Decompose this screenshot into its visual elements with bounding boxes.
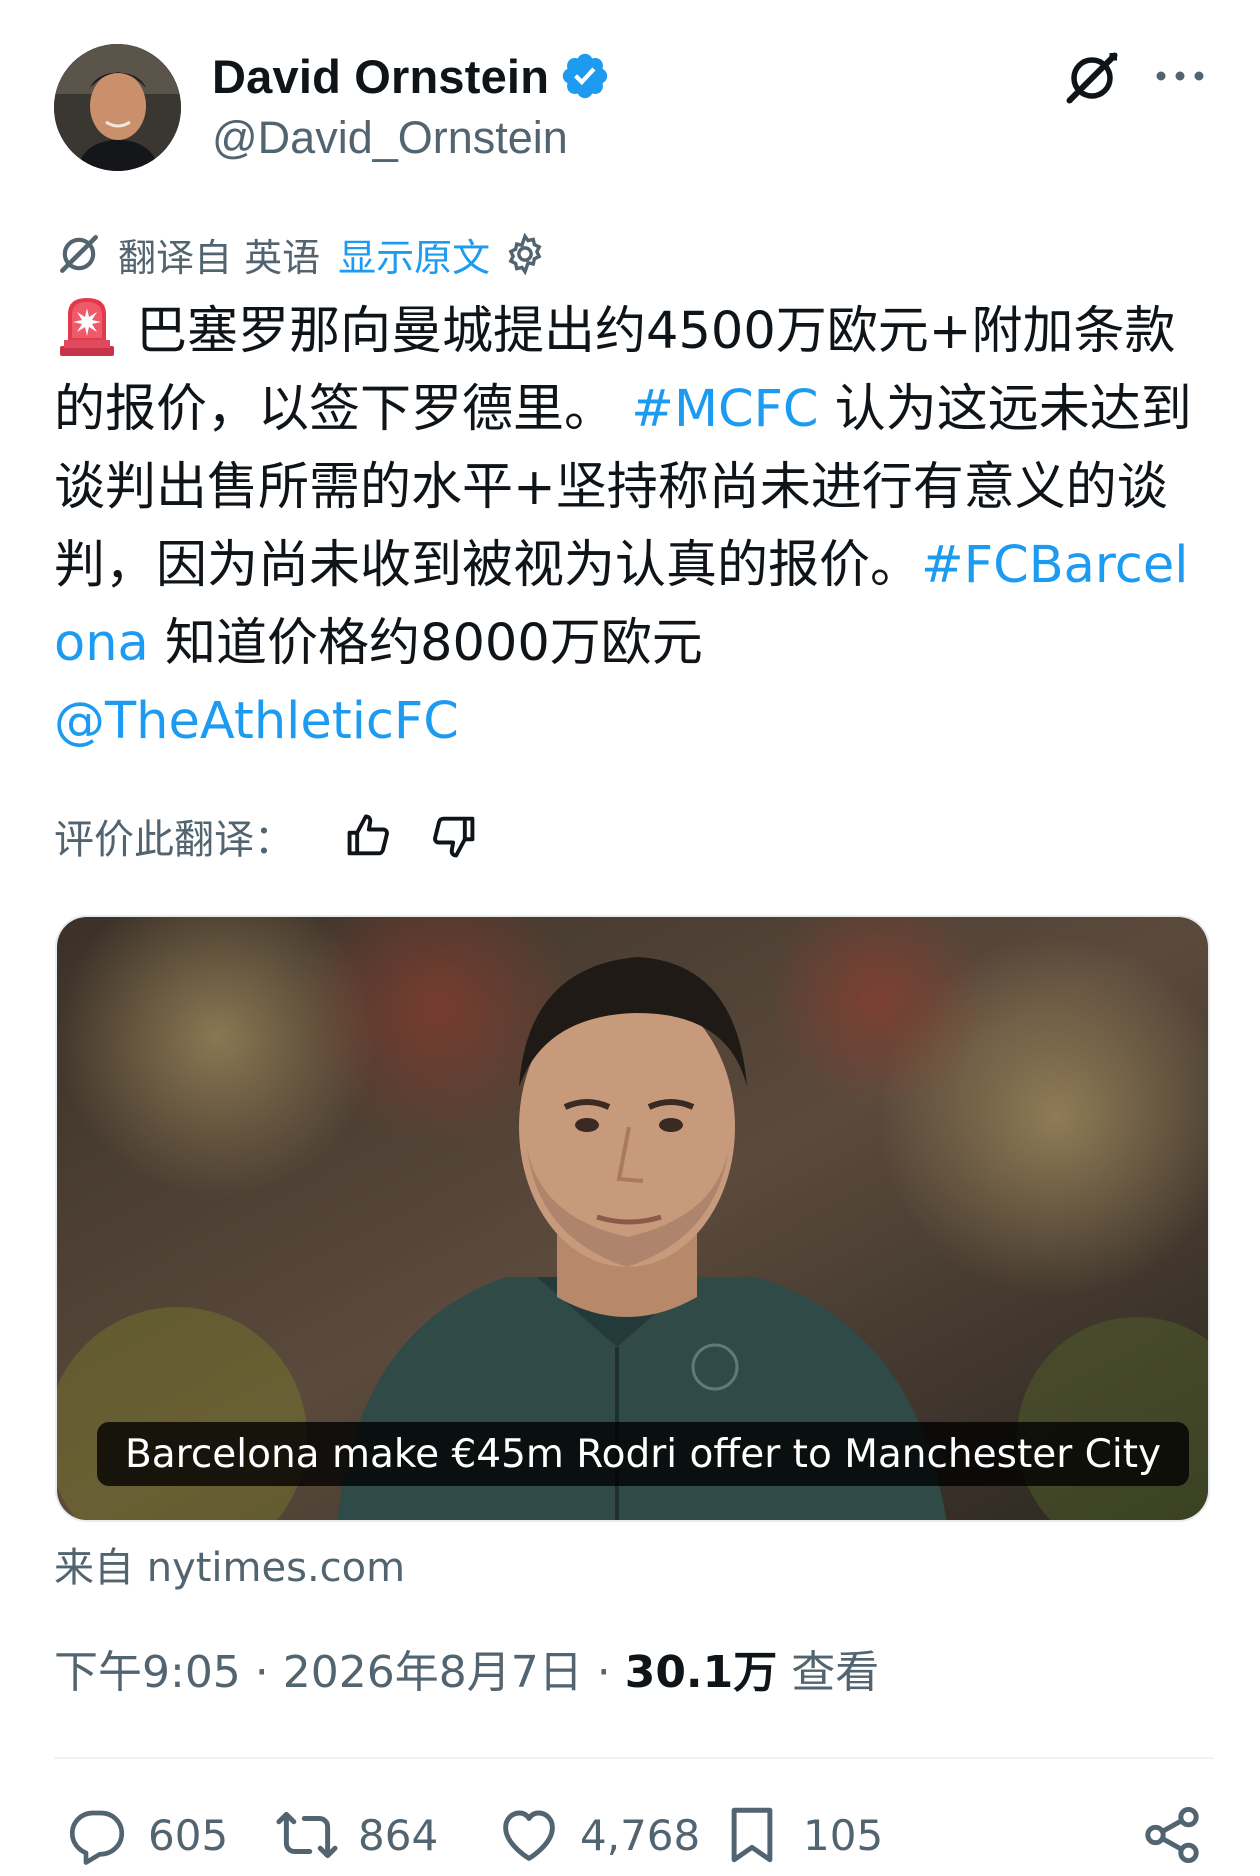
thumbs-up-icon[interactable] bbox=[342, 810, 394, 862]
tweet-meta: 下午9:05 · 2026年8月7日 · 30.1万 查看 bbox=[54, 1636, 879, 1700]
views-label: 查看 bbox=[777, 1647, 880, 1698]
avatar-photo bbox=[54, 44, 181, 171]
tweet-text: 巴塞罗那向曼城提出约4500万欧元+附加条款的报价，以签下罗德里。 #MCFC … bbox=[54, 292, 1214, 761]
tweet-timestamp[interactable]: 下午9:05 · 2026年8月7日 · bbox=[54, 1647, 625, 1698]
share-button[interactable] bbox=[1139, 1800, 1205, 1870]
reply-button[interactable]: 605 bbox=[64, 1800, 228, 1870]
repost-count: 864 bbox=[358, 1810, 439, 1860]
hashtag-mcfc-link[interactable]: #MCFC bbox=[631, 380, 818, 439]
more-options-icon[interactable] bbox=[1153, 56, 1207, 96]
translated-from-label: 翻译自 英语 bbox=[118, 235, 321, 280]
avatar[interactable] bbox=[54, 44, 181, 171]
thumbs-down-icon[interactable] bbox=[428, 810, 480, 862]
like-button[interactable]: 4,768 bbox=[496, 1800, 700, 1870]
views-count: 30.1万 bbox=[624, 1647, 778, 1698]
repost-button[interactable]: 864 bbox=[274, 1800, 438, 1870]
card-caption: Barcelona make €45m Rodri offer to Manch… bbox=[97, 1422, 1190, 1486]
card-source[interactable]: 来自 nytimes.com bbox=[54, 1535, 405, 1593]
author-name-row[interactable]: David Ornstein bbox=[212, 48, 611, 104]
tweet-segment-3: 知道价格约8000万欧元 bbox=[148, 614, 703, 673]
link-preview-card[interactable]: Barcelona make €45m Rodri offer to Manch… bbox=[55, 915, 1210, 1522]
verified-badge-icon bbox=[562, 53, 608, 99]
rotating-light-emoji-icon bbox=[60, 298, 114, 356]
gear-icon[interactable] bbox=[502, 231, 548, 277]
tweet-header: David Ornstein @David_Ornstein bbox=[0, 0, 1260, 190]
mention-theathleticfc-link[interactable]: @TheAthleticFC bbox=[54, 692, 459, 751]
bookmark-count: 105 bbox=[803, 1810, 884, 1860]
show-original-link[interactable]: 显示原文 bbox=[338, 227, 490, 282]
share-icon bbox=[1145, 1806, 1199, 1864]
repost-icon bbox=[276, 1811, 338, 1859]
reply-count: 605 bbox=[148, 1810, 229, 1860]
author-handle[interactable]: @David_Ornstein bbox=[212, 112, 568, 164]
action-bar: 605 864 4,768 105 bbox=[54, 1800, 1214, 1870]
divider bbox=[54, 1757, 1214, 1759]
rate-translation-row: 评价此翻译： bbox=[54, 806, 480, 866]
like-count: 4,768 bbox=[580, 1810, 701, 1860]
grok-translate-icon bbox=[60, 235, 98, 273]
translation-bar: 翻译自 英语 显示原文 bbox=[54, 226, 548, 282]
author-name[interactable]: David Ornstein bbox=[212, 49, 549, 104]
bookmark-icon bbox=[731, 1807, 773, 1863]
reply-icon bbox=[69, 1810, 125, 1865]
heart-icon bbox=[503, 1810, 555, 1861]
bookmark-button[interactable]: 105 bbox=[719, 1800, 883, 1870]
grok-icon[interactable] bbox=[1062, 48, 1122, 108]
rate-translation-label: 评价此翻译： bbox=[54, 817, 294, 863]
